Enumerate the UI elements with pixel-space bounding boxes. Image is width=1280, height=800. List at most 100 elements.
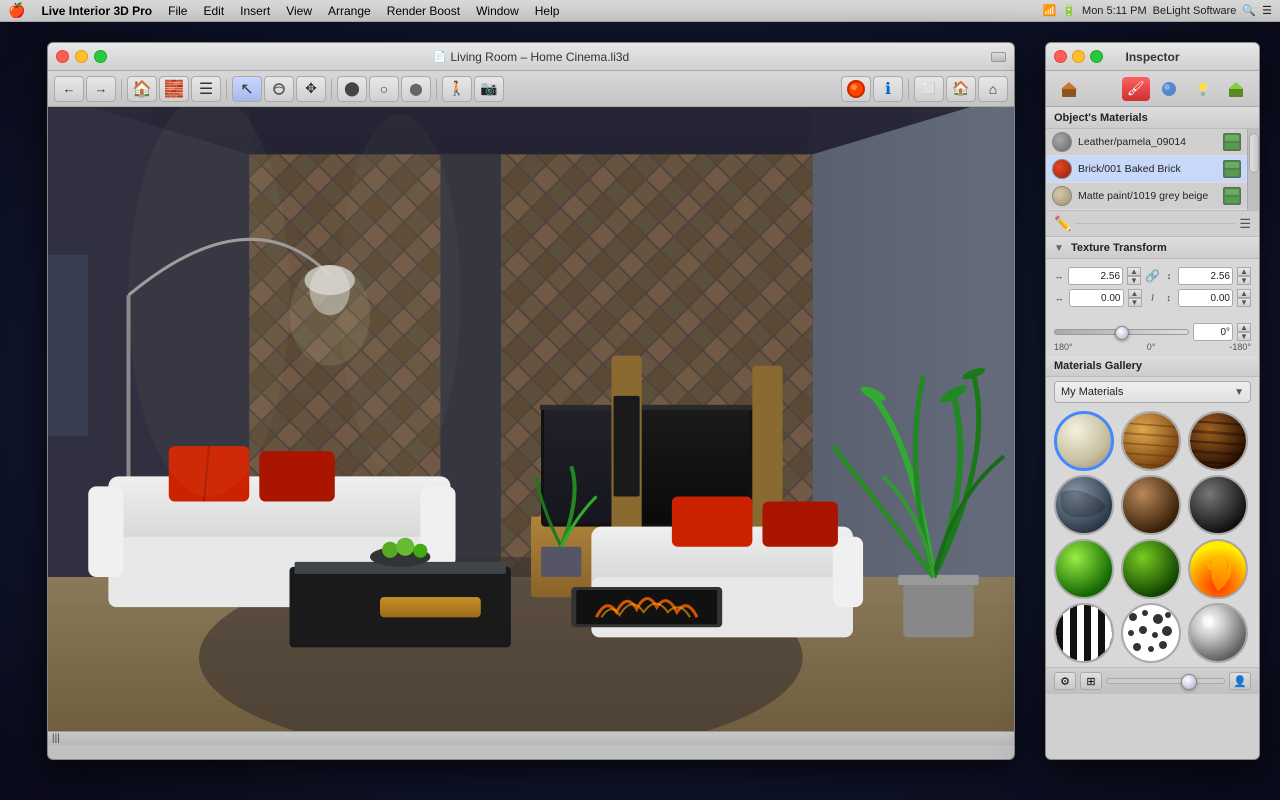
tx-x-up[interactable]: ▲ xyxy=(1128,289,1142,298)
view-menu[interactable]: View xyxy=(278,0,320,22)
tx-height-input[interactable] xyxy=(1178,267,1233,285)
rotation-slider-thumb[interactable] xyxy=(1115,326,1129,340)
material-icon-leather xyxy=(1223,133,1241,151)
gallery-settings-btn[interactable]: ⚙ xyxy=(1054,672,1076,690)
list-button[interactable]: ☰ xyxy=(191,76,221,102)
inspector-tab-light[interactable] xyxy=(1189,77,1217,101)
dot-btn[interactable]: ⬤ xyxy=(401,76,431,102)
render-menu[interactable]: Render Boost xyxy=(379,0,468,22)
tx-height-down[interactable]: ▼ xyxy=(1237,276,1251,285)
material-swatch-matte xyxy=(1052,186,1072,206)
inspector-maximize-button[interactable] xyxy=(1090,50,1103,63)
insert-menu[interactable]: Insert xyxy=(232,0,278,22)
sphere-btn[interactable]: ⬤ xyxy=(337,76,367,102)
maximize-button[interactable] xyxy=(94,50,107,63)
gallery-item-5[interactable] xyxy=(1121,475,1181,535)
gallery-size-thumb[interactable] xyxy=(1181,674,1197,690)
gallery-view-btn[interactable]: ⊞ xyxy=(1080,672,1102,690)
tx-width-up[interactable]: ▲ xyxy=(1127,267,1141,276)
window-resize-btn[interactable] xyxy=(991,52,1006,62)
floor-plan-button[interactable]: 🏠 xyxy=(127,76,157,102)
tx-width-down[interactable]: ▼ xyxy=(1127,276,1141,285)
inspector-tab-material[interactable] xyxy=(1155,77,1183,101)
inspector-tab-scene[interactable] xyxy=(1222,77,1250,101)
notification-icon[interactable]: ☰ xyxy=(1262,4,1272,17)
photo-btn[interactable]: 📷 xyxy=(474,76,504,102)
gallery-item-11[interactable] xyxy=(1121,603,1181,663)
inspector-tab-paint[interactable]: 🖌 xyxy=(1122,77,1150,101)
file-menu[interactable]: File xyxy=(160,0,195,22)
material-item-leather[interactable]: Leather/pamela_09014 xyxy=(1046,129,1247,156)
rotation-stepper[interactable]: ▲ ▼ xyxy=(1237,323,1251,341)
window-menu[interactable]: Window xyxy=(468,0,527,22)
inspector-tab-sphere[interactable] xyxy=(1088,77,1116,101)
tx-y-input[interactable] xyxy=(1178,289,1233,307)
wall-button[interactable]: 🧱 xyxy=(159,76,189,102)
material-icon-brick xyxy=(1223,160,1241,178)
toolbar-sep-5 xyxy=(908,79,909,99)
back-button[interactable]: ← xyxy=(54,76,84,102)
view-2d-btn[interactable]: ⬜ xyxy=(914,76,944,102)
rotation-slider-track[interactable] xyxy=(1054,329,1189,335)
inspector-panel: Inspector 🖌 Object's Materials xyxy=(1045,42,1260,760)
tx-y-stepper[interactable]: ▲ ▼ xyxy=(1237,289,1251,307)
gallery-item-6[interactable] xyxy=(1188,475,1248,535)
tx-height-up[interactable]: ▲ xyxy=(1237,267,1251,276)
inspector-close-button[interactable] xyxy=(1054,50,1067,63)
walk-btn[interactable]: 🚶 xyxy=(442,76,472,102)
material-item-matte[interactable]: Matte paint/1019 grey beige xyxy=(1046,183,1247,210)
app-menu-item[interactable]: Live Interior 3D Pro xyxy=(33,0,160,22)
scene-svg xyxy=(48,107,1014,745)
rotation-down[interactable]: ▼ xyxy=(1237,332,1251,341)
material-item-brick[interactable]: Brick/001 Baked Brick xyxy=(1046,156,1247,183)
gallery-item-7[interactable] xyxy=(1054,539,1114,599)
gallery-person-btn[interactable]: 👤 xyxy=(1229,672,1251,690)
gallery-item-1[interactable] xyxy=(1054,411,1114,471)
tx-x-down[interactable]: ▼ xyxy=(1128,298,1142,307)
materials-scroll-thumb[interactable] xyxy=(1249,133,1259,173)
render-btn[interactable] xyxy=(841,76,871,102)
circle-btn[interactable]: ○ xyxy=(369,76,399,102)
gallery-item-8[interactable] xyxy=(1121,539,1181,599)
tx-y-down[interactable]: ▼ xyxy=(1237,298,1251,307)
gallery-item-2[interactable] xyxy=(1121,411,1181,471)
gallery-item-10[interactable] xyxy=(1054,603,1114,663)
inspector-minimize-button[interactable] xyxy=(1072,50,1085,63)
viewport[interactable]: ||| xyxy=(48,107,1014,745)
spotlight-icon[interactable]: 🔍 xyxy=(1242,4,1256,17)
rotation-up[interactable]: ▲ xyxy=(1237,323,1251,332)
minimize-button[interactable] xyxy=(75,50,88,63)
tx-y-up[interactable]: ▲ xyxy=(1237,289,1251,298)
tx-width-stepper[interactable]: ▲ ▼ xyxy=(1127,267,1141,285)
apple-menu[interactable]: 🍎 xyxy=(8,2,25,19)
gallery-size-slider[interactable] xyxy=(1106,678,1225,684)
materials-scrollbar[interactable] xyxy=(1247,129,1259,210)
tx-x-stepper[interactable]: ▲ ▼ xyxy=(1128,289,1142,307)
tx-width-input[interactable] xyxy=(1068,267,1123,285)
rotation-angle-input[interactable] xyxy=(1193,323,1233,341)
gallery-item-3[interactable] xyxy=(1188,411,1248,471)
select-tool-button[interactable]: ↖ xyxy=(232,76,262,102)
material-name-leather: Leather/pamela_09014 xyxy=(1078,136,1217,148)
gallery-dropdown[interactable]: My Materials ▼ xyxy=(1054,381,1251,403)
slider-labels: 180° 0° -180° xyxy=(1054,342,1251,352)
gallery-item-9[interactable] xyxy=(1188,539,1248,599)
tx-x-input[interactable] xyxy=(1069,289,1124,307)
tx-height-stepper[interactable]: ▲ ▼ xyxy=(1237,267,1251,285)
materials-list: Leather/pamela_09014 Brick/001 Baked Bri… xyxy=(1046,129,1247,210)
forward-button[interactable]: → xyxy=(86,76,116,102)
close-button[interactable] xyxy=(56,50,69,63)
view-house-btn[interactable]: 🏠 xyxy=(946,76,976,102)
tx-width-symbol: ↔ xyxy=(1054,271,1064,281)
pan-tool-button[interactable]: ✥ xyxy=(296,76,326,102)
orbit-tool-button[interactable] xyxy=(264,76,294,102)
gallery-item-12[interactable] xyxy=(1188,603,1248,663)
arrange-menu[interactable]: Arrange xyxy=(320,0,379,22)
gallery-item-4[interactable] xyxy=(1054,475,1114,535)
inspector-tab-home[interactable] xyxy=(1055,77,1083,101)
view-3d-btn[interactable]: ⌂ xyxy=(978,76,1008,102)
gallery-title: Materials Gallery xyxy=(1054,360,1142,372)
info-btn[interactable]: ℹ xyxy=(873,76,903,102)
edit-menu[interactable]: Edit xyxy=(195,0,232,22)
help-menu[interactable]: Help xyxy=(527,0,568,22)
